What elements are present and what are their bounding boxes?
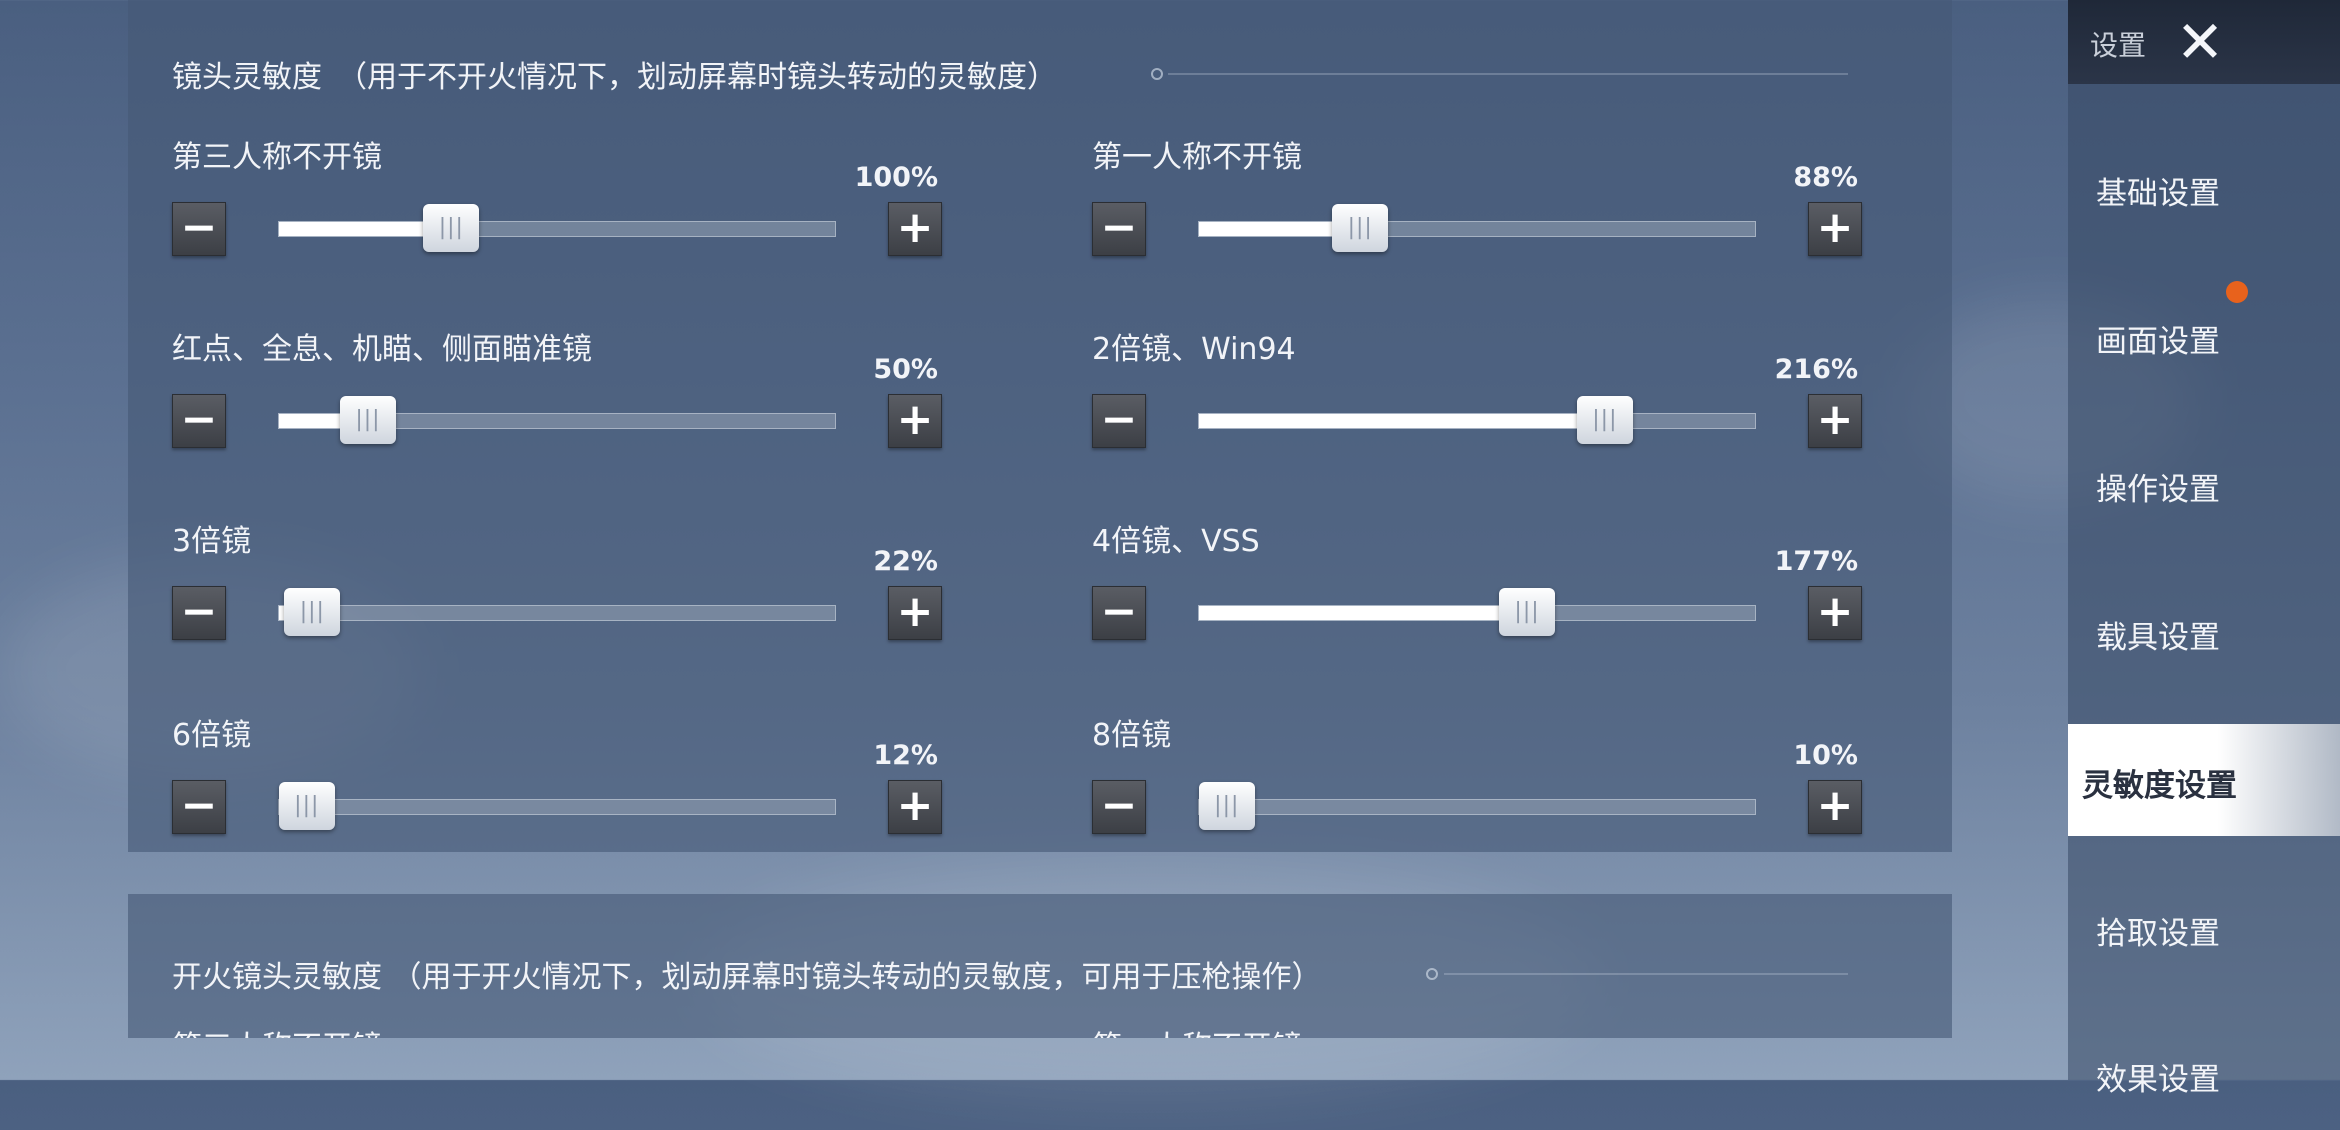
setting-value: 216% <box>1774 354 1858 385</box>
setting-label: 6倍镜 <box>172 718 252 753</box>
sidebar-item-effects[interactable]: 效果设置 <box>2068 1018 2340 1130</box>
setting-label: 红点、全息、机瞄、侧面瞄准镜 <box>172 332 592 367</box>
sidebar-item-label: 效果设置 <box>2096 1062 2220 1098</box>
sidebar-title: 设置 <box>2090 29 2147 62</box>
setting-label: 4倍镜、VSS <box>1092 524 1260 559</box>
setting-label: 第三人称不开镜 <box>172 140 382 175</box>
sidebar-item-vehicle[interactable]: 载具设置 <box>2068 576 2340 688</box>
decrease-button[interactable]: − <box>1092 202 1146 256</box>
slider-track[interactable]: ||| <box>278 204 836 252</box>
setting-value: 22% <box>873 546 938 577</box>
sidebar-item-label: 操作设置 <box>2096 472 2220 508</box>
setting-label: 第一人称不开镜 <box>1092 140 1302 175</box>
slider-thumb[interactable]: ||| <box>1332 204 1389 252</box>
setting-value: 12% <box>873 740 938 771</box>
slider-track[interactable]: ||| <box>1198 396 1756 444</box>
increase-button[interactable]: + <box>888 394 942 448</box>
slider-fill <box>1199 414 1605 428</box>
notification-dot <box>2226 281 2248 303</box>
decrease-button[interactable]: − <box>172 780 226 834</box>
title-divider-dot <box>1426 968 1438 980</box>
slider-thumb[interactable]: ||| <box>1198 782 1255 830</box>
camera-section-title: 镜头灵敏度 （用于不开火情况下，划动屏幕时镜头转动的灵敏度） <box>172 60 1057 95</box>
increase-button[interactable]: + <box>888 780 942 834</box>
fire-section-title: 开火镜头灵敏度 （用于开火情况下，划动屏幕时镜头转动的灵敏度，可用于压枪操作） <box>172 960 1322 995</box>
decrease-button[interactable]: − <box>172 586 226 640</box>
close-icon[interactable]: ✕ <box>2168 10 2232 74</box>
slider-track[interactable]: ||| <box>1198 588 1756 636</box>
slider-thumb[interactable]: ||| <box>278 782 335 830</box>
setting-value: 50% <box>873 354 938 385</box>
setting-label: 3倍镜 <box>172 524 252 559</box>
title-divider-dot <box>1151 68 1163 80</box>
setting-value: 88% <box>1793 162 1858 193</box>
settings-sidebar: 设置 ✕ 基础设置 画面设置 操作设置 载具设置 灵敏度设置 拾取设置 效果设置 <box>2068 0 2340 1098</box>
setting-label: 2倍镜、Win94 <box>1092 332 1296 367</box>
title-divider-line <box>1168 73 1848 75</box>
increase-button[interactable]: + <box>1808 586 1862 640</box>
setting-value: 100% <box>854 162 938 193</box>
setting-2x-scope: 2倍镜、Win94 216% − ||| + <box>1048 324 1862 474</box>
slider-fill <box>1199 606 1528 620</box>
setting-4x-scope: 4倍镜、VSS 177% − ||| + <box>1048 516 1862 666</box>
slider-track[interactable]: ||| <box>278 782 836 830</box>
sidebar-header: 设置 ✕ <box>2068 0 2340 84</box>
decrease-button[interactable]: − <box>1092 780 1146 834</box>
camera-sensitivity-panel: 镜头灵敏度 （用于不开火情况下，划动屏幕时镜头转动的灵敏度） 第三人称不开镜 1… <box>128 0 1952 852</box>
sidebar-item-label: 拾取设置 <box>2096 916 2220 952</box>
setting-label: 8倍镜 <box>1092 718 1172 753</box>
decrease-button[interactable]: − <box>172 394 226 448</box>
slider-thumb[interactable]: ||| <box>423 204 480 252</box>
slider-track[interactable]: ||| <box>278 396 836 444</box>
sidebar-item-pickup[interactable]: 拾取设置 <box>2068 872 2340 984</box>
setting-label: 第一人称不开镜 <box>1092 1022 1302 1038</box>
slider-thumb[interactable]: ||| <box>1499 588 1556 636</box>
sidebar-item-graphics[interactable]: 画面设置 <box>2068 280 2340 392</box>
slider-track[interactable]: ||| <box>1198 204 1756 252</box>
setting-8x-scope: 8倍镜 10% − ||| + <box>1048 710 1862 860</box>
increase-button[interactable]: + <box>1808 780 1862 834</box>
setting-3x-scope: 3倍镜 22% − ||| + <box>128 516 942 666</box>
sidebar-item-label: 基础设置 <box>2096 176 2220 212</box>
setting-first-person-no-scope: 第一人称不开镜 88% − ||| + <box>1048 132 1862 282</box>
setting-label: 第三人称不开镜 <box>172 1022 382 1038</box>
setting-red-dot-holo: 红点、全息、机瞄、侧面瞄准镜 50% − ||| + <box>128 324 942 474</box>
increase-button[interactable]: + <box>1808 394 1862 448</box>
increase-button[interactable]: + <box>888 202 942 256</box>
sidebar-item-sensitivity[interactable]: 灵敏度设置 <box>2068 724 2340 836</box>
slider-thumb[interactable]: ||| <box>339 396 396 444</box>
sidebar-item-label: 灵敏度设置 <box>2082 768 2237 804</box>
increase-button[interactable]: + <box>1808 202 1862 256</box>
sidebar-item-controls[interactable]: 操作设置 <box>2068 428 2340 540</box>
setting-value: 177% <box>1774 546 1858 577</box>
setting-third-person-no-scope: 第三人称不开镜 100% − ||| + <box>128 132 942 282</box>
sidebar-item-label: 载具设置 <box>2096 620 2220 656</box>
setting-6x-scope: 6倍镜 12% − ||| + <box>128 710 942 860</box>
sidebar-item-basic[interactable]: 基础设置 <box>2068 132 2340 244</box>
increase-button[interactable]: + <box>888 586 942 640</box>
slider-track[interactable]: ||| <box>278 588 836 636</box>
decrease-button[interactable]: − <box>1092 394 1146 448</box>
title-divider-line <box>1444 973 1848 975</box>
decrease-button[interactable]: − <box>172 202 226 256</box>
slider-thumb[interactable]: ||| <box>1576 396 1633 444</box>
sidebar-item-label: 画面设置 <box>2096 324 2220 360</box>
slider-thumb[interactable]: ||| <box>284 588 341 636</box>
slider-track[interactable]: ||| <box>1198 782 1756 830</box>
setting-value: 10% <box>1793 740 1858 771</box>
decrease-button[interactable]: − <box>1092 586 1146 640</box>
fire-sensitivity-panel: 开火镜头灵敏度 （用于开火情况下，划动屏幕时镜头转动的灵敏度，可用于压枪操作） … <box>128 894 1952 1038</box>
